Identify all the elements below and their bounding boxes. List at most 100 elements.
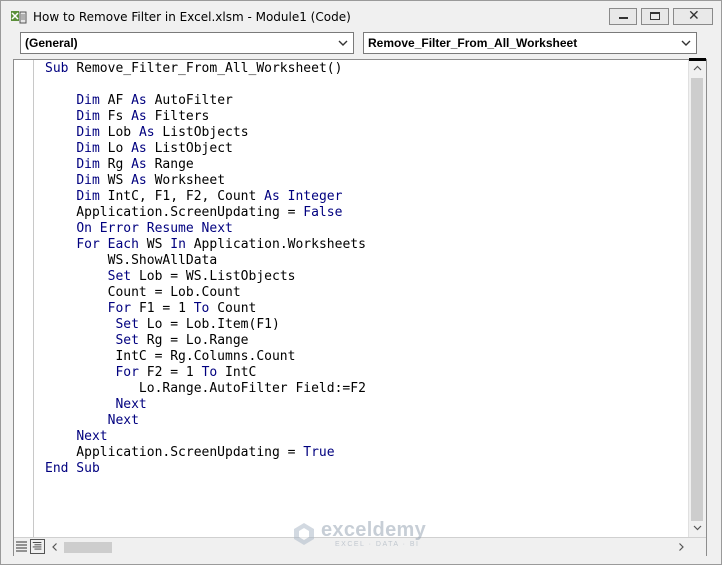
maximize-button[interactable] <box>641 8 669 25</box>
code-line[interactable]: Application.ScreenUpdating = False <box>45 205 685 221</box>
code-text: Application.ScreenUpdating = <box>45 205 304 220</box>
code-editor[interactable]: Sub Remove_Filter_From_All_Worksheet() D… <box>13 58 707 556</box>
code-line[interactable]: Dim Rg As Range <box>45 157 685 173</box>
code-text: AutoFilter <box>154 93 233 108</box>
code-text: IntC <box>225 365 257 380</box>
chevron-down-icon <box>681 40 691 46</box>
code-text: Lob <box>107 125 139 140</box>
code-line[interactable]: Lo.Range.AutoFilter Field:=F2 <box>45 381 685 397</box>
margin-indicator-bar[interactable] <box>14 60 34 537</box>
vertical-scroll-thumb[interactable] <box>691 78 703 521</box>
code-line[interactable]: Dim WS As Worksheet <box>45 173 685 189</box>
code-keyword: For Each <box>76 237 147 252</box>
code-line[interactable] <box>45 77 685 93</box>
code-text: Filters <box>154 109 210 124</box>
watermark-name: exceldemy <box>321 519 426 541</box>
object-dropdown-value: (General) <box>25 36 78 50</box>
code-keyword: False <box>303 205 343 220</box>
watermark-tagline: EXCEL · DATA · BI <box>335 541 420 548</box>
code-keyword: As <box>131 141 155 156</box>
procedure-dropdown[interactable]: Remove_Filter_From_All_Worksheet <box>363 32 697 54</box>
code-line[interactable]: Next <box>45 429 685 445</box>
object-dropdown[interactable]: (General) <box>20 32 354 54</box>
code-keyword: Set <box>107 269 139 284</box>
code-line[interactable]: Dim AF As AutoFilter <box>45 93 685 109</box>
full-module-view-icon[interactable] <box>30 539 45 554</box>
code-keyword: As <box>131 93 155 108</box>
code-line[interactable]: Dim Lo As ListObject <box>45 141 685 157</box>
code-keyword: Dim <box>76 173 108 188</box>
code-keyword: Set <box>115 317 147 332</box>
code-line[interactable]: For F1 = 1 To Count <box>45 301 685 317</box>
code-line[interactable]: Dim IntC, F1, F2, Count As Integer <box>45 189 685 205</box>
code-line[interactable]: Dim Lob As ListObjects <box>45 125 685 141</box>
scroll-up-icon[interactable] <box>689 60 706 77</box>
code-keyword: Next <box>76 429 108 444</box>
code-line[interactable]: Set Rg = Lo.Range <box>45 333 685 349</box>
code-line[interactable]: IntC = Rg.Columns.Count <box>45 349 685 365</box>
code-text: F2 = 1 <box>146 365 202 380</box>
code-text: IntC, F1, F2, Count <box>107 189 265 204</box>
code-text: AF <box>107 93 132 108</box>
scroll-left-icon[interactable] <box>48 540 62 554</box>
code-text-area[interactable]: Sub Remove_Filter_From_All_Worksheet() D… <box>45 61 685 531</box>
code-keyword: Dim <box>76 141 108 156</box>
code-line[interactable]: Application.ScreenUpdating = True <box>45 445 685 461</box>
code-line[interactable]: Next <box>45 397 685 413</box>
code-text: Rg <box>107 157 132 172</box>
code-keyword: As Integer <box>264 189 343 204</box>
code-line[interactable]: For F2 = 1 To IntC <box>45 365 685 381</box>
code-keyword: On Error Resume Next <box>76 221 233 236</box>
code-text: Application.Worksheets <box>193 237 366 252</box>
code-text: WS <box>107 173 132 188</box>
title-bar[interactable]: How to Remove Filter in Excel.xlsm - Mod… <box>1 1 721 32</box>
code-text: WS.ShowAllData <box>45 253 218 268</box>
code-line[interactable]: Count = Lob.Count <box>45 285 685 301</box>
code-keyword: To <box>201 365 226 380</box>
vba-code-window-icon <box>11 11 27 24</box>
code-text: Lo = Lob.Item(F1) <box>146 317 280 332</box>
scroll-right-icon[interactable] <box>674 540 688 554</box>
code-line[interactable]: Next <box>45 413 685 429</box>
minimize-button[interactable] <box>609 8 637 25</box>
code-line[interactable]: Sub Remove_Filter_From_All_Worksheet() <box>45 61 685 77</box>
code-text: Worksheet <box>154 173 226 188</box>
close-button[interactable]: ✕ <box>673 8 713 25</box>
exceldemy-logo-icon <box>294 523 314 545</box>
code-keyword: Dim <box>76 109 108 124</box>
code-line[interactable]: Set Lob = WS.ListObjects <box>45 269 685 285</box>
procedure-view-icon[interactable] <box>14 539 29 554</box>
code-line[interactable]: Dim Fs As Filters <box>45 109 685 125</box>
procedure-dropdown-value: Remove_Filter_From_All_Worksheet <box>368 36 578 50</box>
code-keyword: Next <box>107 413 139 428</box>
horizontal-scroll-thumb[interactable] <box>64 542 112 553</box>
scroll-down-icon[interactable] <box>689 519 706 536</box>
watermark: exceldemy EXCEL · DATA · BI <box>291 519 441 551</box>
code-line[interactable]: Set Lo = Lob.Item(F1) <box>45 317 685 333</box>
code-text: WS <box>146 237 171 252</box>
code-text: Count <box>217 301 257 316</box>
code-line[interactable]: On Error Resume Next <box>45 221 685 237</box>
vertical-scrollbar[interactable] <box>688 58 706 537</box>
code-keyword: For <box>115 365 147 380</box>
code-line[interactable]: WS.ShowAllData <box>45 253 685 269</box>
code-keyword: As <box>138 125 163 140</box>
code-line[interactable]: For Each WS In Application.Worksheets <box>45 237 685 253</box>
close-icon: ✕ <box>688 8 700 24</box>
code-line[interactable]: End Sub <box>45 461 685 477</box>
code-text: Lo.Range.AutoFilter Field:=F2 <box>45 381 366 396</box>
code-keyword: Dim <box>76 189 108 204</box>
window-title: How to Remove Filter in Excel.xlsm - Mod… <box>33 10 351 24</box>
code-keyword: As <box>131 157 155 172</box>
code-text: Lob = WS.ListObjects <box>138 269 296 284</box>
